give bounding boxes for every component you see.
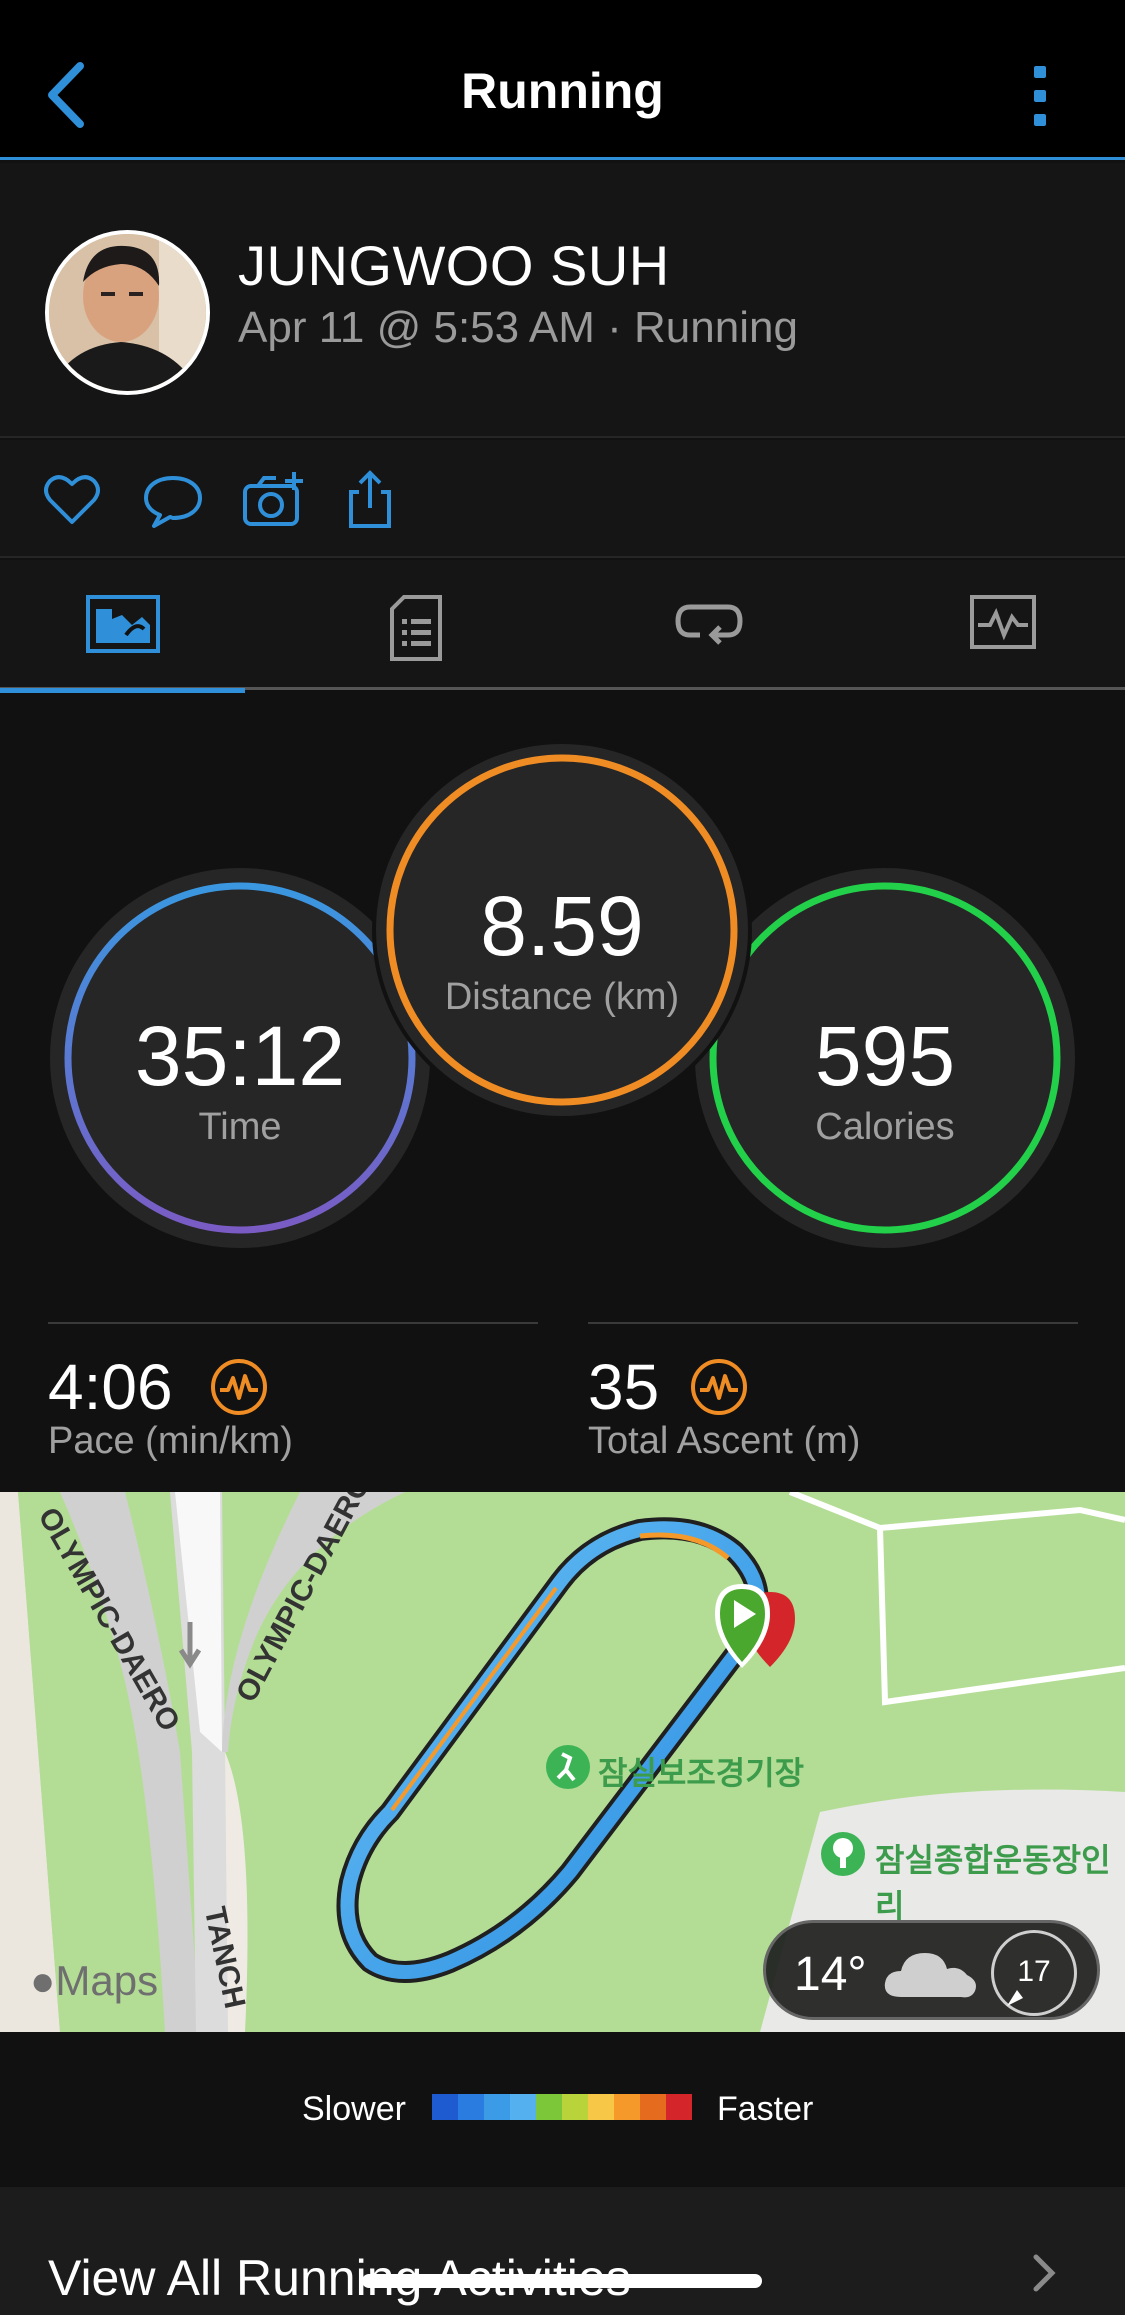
pace-color-swatch [640, 2094, 666, 2120]
overview-map-icon [85, 595, 160, 653]
activity-tabs [0, 560, 1125, 693]
tab-overview[interactable] [0, 560, 245, 693]
heart-icon [44, 475, 100, 524]
pace-color-swatch [562, 2094, 588, 2120]
calories-value: 595 [814, 1009, 956, 1103]
ascent-value: 35 [588, 1351, 660, 1423]
pace-color-swatch [536, 2094, 562, 2120]
pulse-icon [211, 1359, 267, 1415]
pace-color-scale [432, 2094, 692, 2120]
legend-faster: Faster [717, 2090, 814, 2128]
pace-legend: Slower Faster [0, 2032, 1125, 2187]
legend-slower: Slower [302, 2090, 406, 2128]
pace-color-swatch [614, 2094, 640, 2120]
apple-icon: ● [30, 1957, 56, 2004]
time-label: Time [198, 1106, 282, 1148]
add-photo-button[interactable] [242, 470, 303, 530]
divider [48, 1322, 538, 1324]
time-value: 35:12 [134, 1009, 346, 1103]
pulse-icon [691, 1359, 747, 1415]
calories-label: Calories [815, 1106, 955, 1148]
weather-badge[interactable]: 14° 17 [763, 1920, 1100, 2020]
pace-label: Pace (min/km) [48, 1420, 293, 1462]
pace-color-swatch [458, 2094, 484, 2120]
home-indicator[interactable] [362, 2274, 762, 2288]
cloud-icon [884, 1953, 976, 1998]
tab-details[interactable] [293, 560, 538, 690]
pace-color-swatch [432, 2094, 458, 2120]
tab-laps[interactable] [586, 560, 831, 690]
more-options-button[interactable] [1020, 60, 1060, 130]
pace-value: 4:06 [48, 1351, 173, 1423]
pace-color-swatch [666, 2094, 692, 2120]
route-map[interactable]: OLYMPIC-DAERO OLYMPIC-DAERO TANCH 잠실보조경기… [0, 1492, 1125, 2032]
divider [588, 1322, 1078, 1324]
calories-circle: 595 Calories [695, 868, 1075, 1248]
share-icon [349, 470, 391, 528]
pace-color-swatch [510, 2094, 536, 2120]
page-title: Running [461, 63, 664, 119]
camera-add-icon [243, 472, 303, 526]
place-label: 잠실종합운동장인리 [875, 1842, 1111, 1924]
action-bar [0, 440, 1125, 558]
distance-circle: 8.59 Distance (km) [372, 740, 752, 1120]
activity-meta: Apr 11 @ 5:53 AM · Running [238, 303, 798, 352]
activity-header: JUNGWOO SUH Apr 11 @ 5:53 AM · Running [0, 163, 1125, 438]
view-all-activities-row[interactable]: View All Running Activities [0, 2187, 1125, 2315]
charts-icon [969, 595, 1036, 649]
avatar[interactable] [45, 230, 210, 395]
details-list-icon [389, 595, 442, 661]
place-label: 잠실보조경기장 [598, 1755, 805, 1791]
distance-label: Distance (km) [444, 976, 680, 1018]
user-name[interactable]: JUNGWOO SUH [238, 233, 670, 298]
comment-icon [144, 476, 202, 528]
laps-icon [674, 604, 743, 645]
maps-brand: ●Maps [30, 1957, 159, 2004]
ascent-label: Total Ascent (m) [588, 1420, 861, 1462]
comment-button[interactable] [142, 470, 202, 530]
more-vertical-icon [1034, 66, 1046, 78]
distance-value: 8.59 [480, 879, 644, 973]
pace-color-swatch [588, 2094, 614, 2120]
top-bar: Running [0, 0, 1125, 160]
chevron-right-icon [1033, 2254, 1056, 2292]
temperature: 14° [794, 1948, 867, 2001]
like-button[interactable] [42, 470, 102, 530]
share-button[interactable] [345, 470, 405, 530]
tab-charts[interactable] [880, 560, 1125, 690]
pace-color-swatch [484, 2094, 510, 2120]
wind-indicator: 17 [991, 1930, 1077, 2016]
